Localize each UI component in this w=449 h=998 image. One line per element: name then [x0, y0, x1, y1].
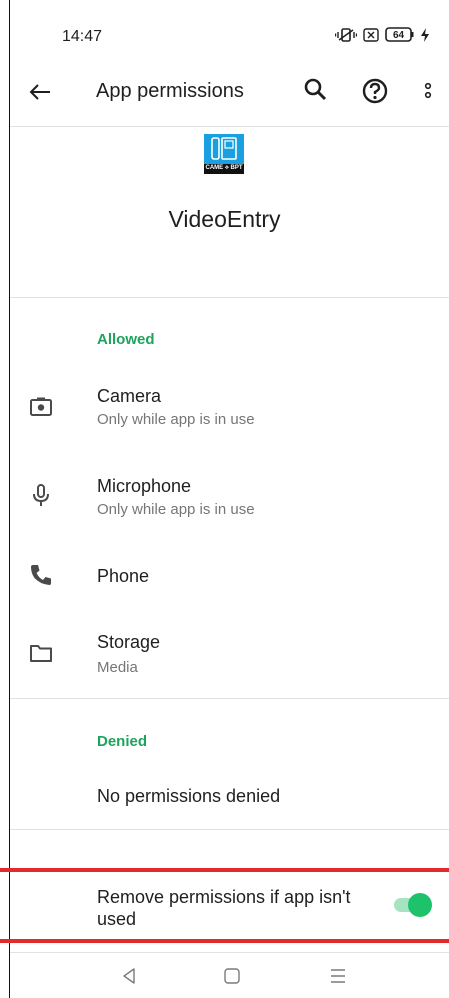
help-button[interactable]: [360, 76, 390, 106]
permission-row-camera[interactable]: Camera Only while app is in use: [10, 372, 449, 444]
more-vert-icon: [424, 82, 432, 99]
phone-icon: [31, 565, 51, 585]
recents-menu-icon: [331, 969, 345, 983]
nfc-icon: [363, 27, 379, 42]
status-time: 14:47: [62, 28, 103, 45]
camera-icon: [30, 397, 52, 416]
status-bar: 14:47 64: [0, 0, 449, 70]
microphone-icon: [33, 484, 49, 506]
divider: [10, 126, 449, 127]
battery-icon: 64: [385, 27, 414, 42]
permission-row-phone[interactable]: Phone: [10, 552, 449, 602]
navigation-bar: [0, 952, 449, 998]
highlight-line-bottom: [0, 939, 449, 943]
divider: [10, 698, 449, 699]
allowed-section-label: Allowed: [97, 331, 155, 348]
divider: [10, 297, 449, 298]
remove-permissions-label: Remove permissions if app isn't used: [97, 887, 351, 929]
back-button[interactable]: [26, 78, 54, 106]
search-icon: [304, 78, 327, 101]
app-logo: CAME ⟡ BPT: [204, 134, 244, 174]
charging-icon: [421, 27, 429, 42]
permission-row-microphone[interactable]: Microphone Only while app is in use: [10, 462, 449, 534]
home-square-icon: [224, 968, 240, 984]
nav-back-button[interactable]: [118, 966, 142, 986]
permission-title: Camera: [97, 386, 162, 406]
permission-title: Phone: [97, 566, 150, 586]
permission-row-storage[interactable]: Storage Media: [10, 620, 449, 692]
search-button[interactable]: [302, 76, 330, 104]
vibrate-icon: [335, 27, 357, 42]
battery-level: 64: [393, 30, 405, 41]
folder-icon: [30, 645, 52, 662]
app-name: VideoEntry: [168, 206, 281, 232]
divider: [10, 829, 449, 830]
permission-status: Only while app is in use: [97, 411, 255, 428]
app-logo-text: CAME ⟡ BPT: [205, 165, 243, 171]
page-title: App permissions: [96, 80, 244, 102]
remove-permissions-toggle[interactable]: [392, 892, 434, 917]
help-icon: [362, 78, 388, 104]
toggle-knob: [408, 893, 432, 917]
app-bar: App permissions: [0, 62, 449, 124]
nav-home-button[interactable]: [220, 966, 244, 986]
more-options-button[interactable]: [418, 76, 438, 106]
permission-title: Microphone: [97, 476, 192, 496]
nav-recents-button[interactable]: [326, 966, 350, 986]
status-icons: 64: [335, 27, 429, 42]
denied-section-label: Denied: [97, 733, 148, 750]
back-triangle-icon: [123, 968, 135, 984]
permission-status: Only while app is in use: [97, 501, 255, 518]
permission-title: Storage: [97, 632, 161, 652]
back-arrow-icon: [29, 84, 50, 100]
permission-status: Media: [97, 659, 138, 676]
no-permissions-denied-text: No permissions denied: [97, 786, 281, 806]
